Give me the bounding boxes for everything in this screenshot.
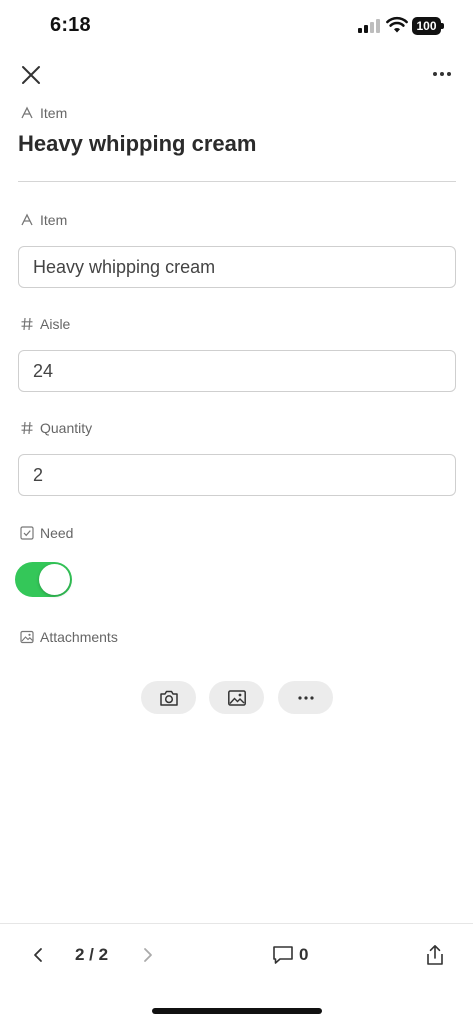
more-attachment-options-button[interactable] [278, 681, 333, 714]
text-field-icon [21, 106, 33, 119]
wifi-icon [386, 16, 408, 33]
more-horizontal-icon [433, 72, 451, 76]
record-title: Heavy whipping cream [18, 131, 257, 156]
chevron-right-icon [144, 948, 152, 962]
item-field-label: Item [20, 212, 67, 228]
quantity-field-label-text: Quantity [40, 420, 93, 436]
number-field-icon [21, 317, 33, 331]
toggle-knob [39, 564, 70, 595]
attachments-field-label-text: Attachments [40, 629, 118, 645]
checkbox-field-icon [20, 526, 34, 540]
attachments-field-label: Attachments [20, 629, 118, 645]
aisle-field-label: Aisle [20, 316, 70, 332]
home-indicator[interactable] [152, 1008, 322, 1014]
battery-level: 100 [412, 17, 441, 35]
share-icon [427, 945, 443, 965]
record-label-text: Item [40, 105, 68, 121]
close-button[interactable] [14, 60, 48, 90]
status-bar: 6:18 100 [0, 0, 473, 52]
cellular-signal-icon [358, 19, 380, 33]
chevron-left-icon [34, 948, 42, 962]
quantity-field-label: Quantity [20, 420, 92, 436]
need-toggle[interactable] [15, 562, 72, 597]
footer-divider [0, 923, 473, 924]
number-field-icon [21, 421, 33, 435]
record-label: Item [20, 105, 67, 121]
text-field-icon [21, 213, 33, 226]
photo-library-button[interactable] [209, 681, 264, 714]
quantity-input[interactable]: 2 [18, 454, 456, 496]
next-record-button[interactable] [136, 942, 160, 968]
more-horizontal-icon [297, 695, 314, 700]
camera-icon [159, 690, 178, 706]
more-options-button[interactable] [424, 60, 460, 88]
comments-button[interactable] [270, 942, 296, 968]
previous-record-button[interactable] [26, 942, 50, 968]
aisle-field-label-text: Aisle [40, 316, 71, 332]
camera-button[interactable] [141, 681, 196, 714]
need-field-label-text: Need [40, 525, 74, 541]
comment-icon [273, 946, 293, 964]
item-input[interactable]: Heavy whipping cream [18, 246, 456, 288]
photo-library-icon [227, 689, 246, 706]
need-field-label: Need [20, 525, 73, 541]
image-field-icon [20, 630, 34, 644]
aisle-input-value: 24 [33, 360, 54, 381]
battery-icon: 100 [412, 17, 444, 35]
quantity-input-value: 2 [33, 464, 44, 485]
record-pager: 2 / 2 [75, 945, 109, 964]
item-field-label-text: Item [40, 212, 68, 228]
close-icon [22, 66, 40, 84]
item-input-value: Heavy whipping cream [33, 256, 216, 277]
divider [18, 181, 456, 182]
comment-count: 0 [299, 945, 309, 964]
share-button[interactable] [422, 941, 448, 969]
status-time: 6:18 [50, 14, 91, 36]
aisle-input[interactable]: 24 [18, 350, 456, 392]
